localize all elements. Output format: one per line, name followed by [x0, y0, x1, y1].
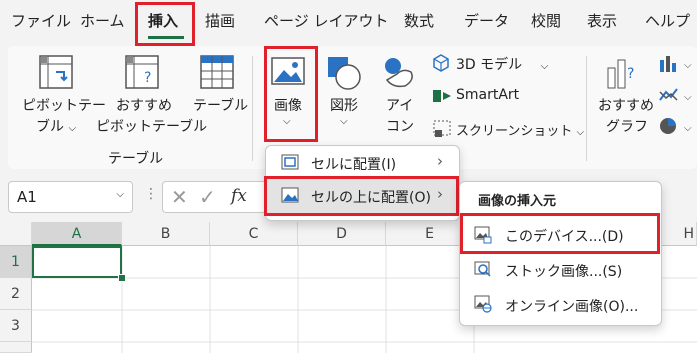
pie-chart-icon[interactable]: ⌵ — [658, 116, 696, 140]
tab-view[interactable]: 表示 — [587, 10, 617, 31]
place-over-cells-highlight — [264, 176, 459, 216]
ribbon-tab-bar: ファイル ホーム 挿入 描画 ページ レイアウト 数式 データ 校閲 表示 ヘル… — [0, 0, 697, 46]
online-images-item[interactable]: オンライン画像(O)... — [505, 296, 638, 316]
insert-tab-highlight — [135, 2, 195, 46]
screenshot-button[interactable]: スクリーンショット ⌵ — [456, 120, 584, 139]
row-header-3[interactable]: 3 — [0, 310, 32, 342]
table-icon[interactable] — [199, 54, 235, 94]
3d-model-button[interactable]: 3D モデル ⌵ — [456, 54, 548, 74]
line-chart-icon[interactable]: ⌵ — [658, 86, 696, 108]
tab-home[interactable]: ホーム — [80, 10, 125, 31]
chevron-right-icon: › — [437, 152, 443, 170]
smartart-icon — [432, 87, 452, 109]
shapes-chevron-down-icon[interactable]: ⌵ — [340, 116, 348, 127]
screenshot-icon — [432, 119, 452, 143]
chevron-down-icon: ⌵ — [540, 61, 549, 72]
chevron-down-icon: ⌵ — [576, 127, 585, 138]
column-header-d[interactable]: D — [298, 222, 386, 246]
recommended-chart-icon[interactable]: ? — [604, 54, 640, 94]
shapes-label: 図形 — [330, 98, 358, 114]
smartart-button[interactable]: SmartArt — [456, 87, 519, 103]
column-header-b[interactable]: B — [122, 222, 210, 246]
svg-text:?: ? — [144, 70, 151, 86]
svg-text:⌵: ⌵ — [684, 60, 692, 71]
row-header-1[interactable]: 1 — [0, 246, 32, 278]
this-device-highlight — [460, 213, 660, 254]
name-box-value: A1 — [17, 188, 37, 206]
place-in-cell-icon — [281, 154, 299, 174]
name-box[interactable]: A1 ⌵ — [8, 181, 133, 213]
recommended-pivot-icon[interactable]: ? — [124, 54, 160, 94]
online-images-icon — [474, 295, 492, 317]
pivot-table-label-1: ピボットテー — [22, 98, 106, 114]
tab-formulas[interactable]: 数式 — [404, 10, 434, 31]
icons-icon[interactable] — [381, 54, 417, 94]
cube-icon — [432, 54, 450, 76]
insert-from-header: 画像の挿入元 — [478, 194, 557, 209]
fill-handle[interactable] — [118, 274, 126, 282]
chevron-down-icon: ⌵ — [68, 123, 77, 134]
place-in-cell-item[interactable]: セルに配置(I) — [311, 154, 396, 174]
stock-images-icon — [474, 261, 492, 283]
tab-review[interactable]: 校閲 — [531, 10, 561, 31]
tab-data[interactable]: データ — [464, 10, 509, 31]
tab-page-layout[interactable]: ページ レイアウト — [264, 10, 388, 31]
shapes-icon[interactable] — [326, 55, 362, 95]
pivot-table-label-2: ブル ⌵ — [36, 119, 77, 135]
tab-help[interactable]: ヘルプ — [645, 10, 690, 31]
icons-label-1: アイ — [386, 98, 414, 114]
column-chart-icon[interactable]: ⌵ — [658, 54, 696, 76]
ribbon-separator — [586, 56, 587, 161]
tables-group-label: テーブル — [108, 151, 164, 167]
svg-text:⌵: ⌵ — [684, 92, 692, 103]
enter-check-icon[interactable]: ✓ — [199, 185, 216, 209]
icons-label-2: コン — [386, 119, 414, 135]
svg-text:?: ? — [627, 66, 634, 82]
svg-text:⌵: ⌵ — [684, 123, 692, 134]
recommended-chart-label-2: グラフ — [606, 119, 648, 135]
table-label: テーブル — [193, 98, 249, 114]
recommended-chart-label-1: おすすめ — [598, 98, 654, 114]
ribbon-separator — [252, 56, 253, 161]
tab-file[interactable]: ファイル — [11, 10, 71, 31]
row-header-2[interactable]: 2 — [0, 278, 32, 310]
cancel-icon[interactable]: ✕ — [171, 185, 188, 209]
recommended-pivot-label-1: おすすめ — [116, 98, 172, 114]
image-button-highlight — [264, 46, 318, 142]
chevron-down-icon[interactable]: ⌵ — [116, 189, 124, 200]
tab-draw[interactable]: 描画 — [205, 10, 235, 31]
select-all-corner[interactable] — [0, 222, 32, 246]
recommended-pivot-label-2: ピボットテーブル — [96, 119, 208, 135]
column-header-c[interactable]: C — [210, 222, 298, 246]
stock-images-item[interactable]: ストック画像...(S) — [505, 261, 622, 281]
more-options-icon[interactable]: ⋮ — [144, 186, 158, 202]
selected-cell-a1[interactable] — [32, 246, 122, 278]
insert-function-button[interactable]: fx — [231, 186, 247, 206]
row-header-4[interactable] — [0, 342, 32, 353]
pivot-table-icon[interactable] — [38, 54, 74, 94]
column-header-a[interactable]: A — [32, 222, 122, 246]
